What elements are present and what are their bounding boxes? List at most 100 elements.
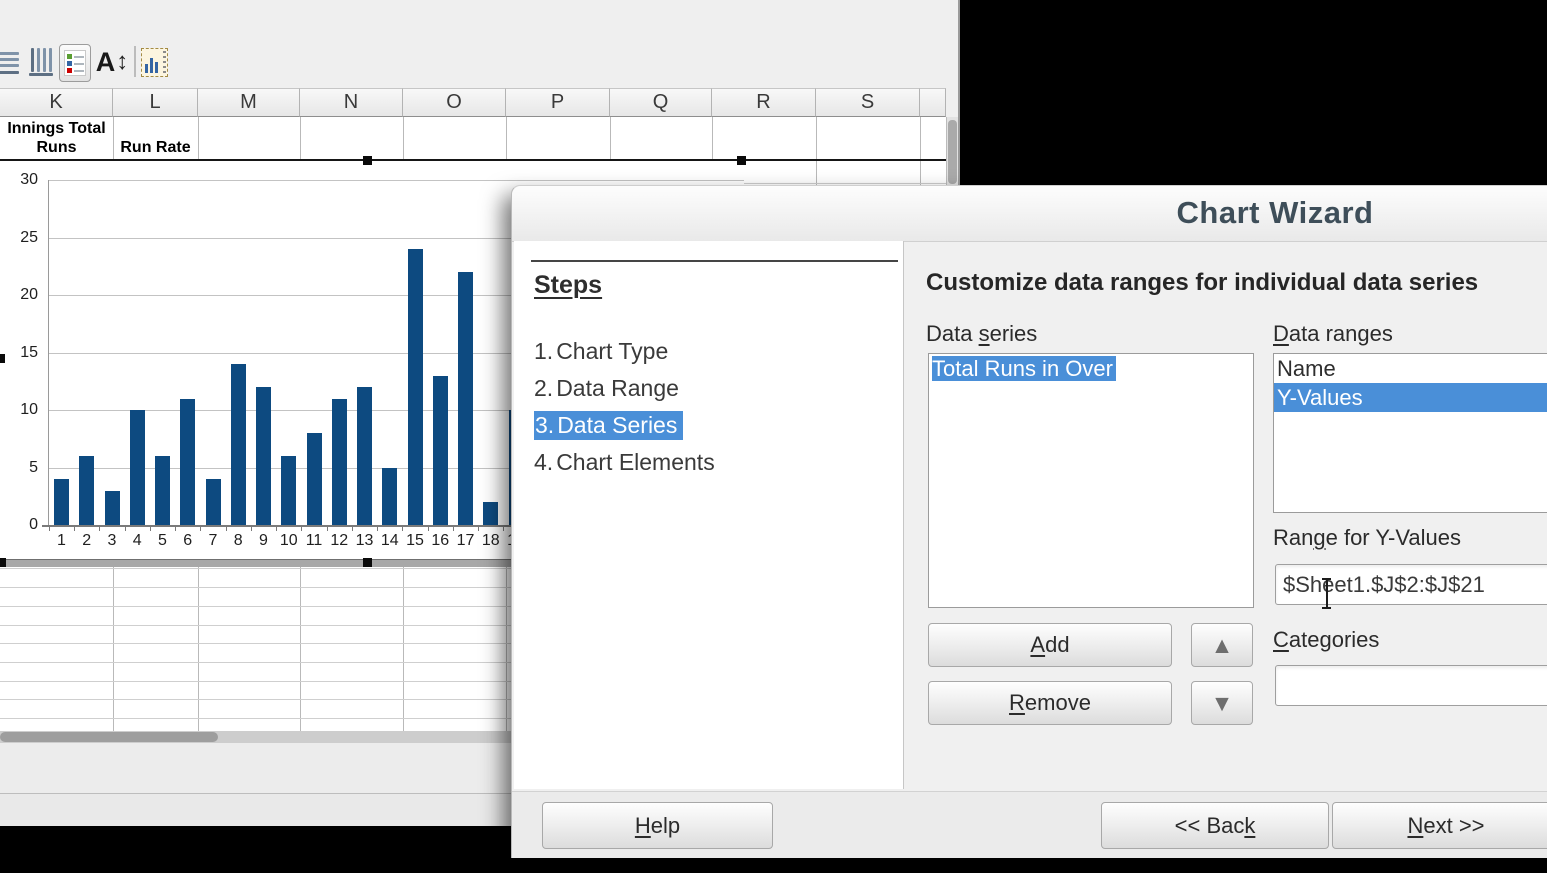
step-chart-type[interactable]: 1.Chart Type — [534, 338, 668, 375]
grid-line — [198, 117, 199, 160]
x-axis-tick-label: 6 — [183, 532, 192, 550]
data-ranges-listbox[interactable]: Name Y-Values — [1273, 353, 1547, 513]
bar-over-10[interactable] — [281, 456, 296, 525]
chart-type-icon[interactable] — [141, 44, 168, 80]
x-axis-tick-label: 11 — [306, 532, 323, 550]
grid-line — [712, 117, 713, 160]
step-chart-elements[interactable]: 4.Chart Elements — [534, 449, 715, 486]
x-axis-tick — [74, 525, 75, 531]
text-cursor-pointer — [1321, 578, 1334, 609]
col-header-K[interactable]: K — [0, 88, 113, 117]
col-header-partial[interactable] — [920, 88, 946, 117]
remove-button[interactable]: Remove — [928, 681, 1172, 725]
col-header-L[interactable]: L — [113, 88, 198, 117]
col-header-M[interactable]: M — [198, 88, 300, 117]
grid-line — [816, 161, 817, 185]
x-axis-tick — [99, 525, 100, 531]
x-axis-tick-label: 8 — [234, 532, 243, 550]
bar-over-8[interactable] — [231, 364, 246, 525]
bar-over-18[interactable] — [483, 502, 498, 525]
vertical-grids-icon[interactable] — [28, 44, 54, 80]
data-series-item[interactable]: Total Runs in Over — [929, 354, 1253, 383]
selection-handle-top[interactable] — [363, 156, 372, 165]
data-series-label: Data series — [926, 321, 1037, 347]
x-axis-tick-label: 5 — [158, 532, 167, 550]
help-button[interactable]: Help — [542, 802, 773, 849]
grid-line — [920, 117, 921, 160]
bar-over-7[interactable] — [206, 479, 221, 525]
move-up-button[interactable]: ▲ — [1191, 623, 1253, 667]
grid-line — [744, 183, 957, 184]
horizontal-scrollbar-thumb[interactable] — [0, 732, 218, 742]
move-down-button[interactable]: ▼ — [1191, 681, 1253, 725]
bar-over-15[interactable] — [408, 249, 423, 525]
x-axis-tick-label: 10 — [280, 532, 298, 550]
y-axis-tick-label: 15 — [0, 344, 38, 362]
data-range-item-name[interactable]: Name — [1274, 354, 1547, 383]
chart-wizard-dialog: Chart Wizard Steps 1.Chart Type 2.Data R… — [511, 185, 1547, 858]
bar-over-3[interactable] — [105, 491, 120, 526]
x-axis-tick — [200, 525, 201, 531]
x-axis-tick-label: 7 — [209, 532, 218, 550]
vertical-scrollbar-thumb[interactable] — [948, 120, 957, 184]
selection-handle-bottom[interactable] — [363, 558, 372, 567]
step-data-series[interactable]: 3.Data Series — [534, 412, 683, 449]
add-button[interactable]: Add — [928, 623, 1172, 667]
cell-L1[interactable]: Run Rate — [113, 138, 198, 157]
bar-over-4[interactable] — [130, 410, 145, 525]
selection-handle-top-right[interactable] — [737, 156, 746, 165]
col-header-Q[interactable]: Q — [610, 88, 712, 117]
bar-over-11[interactable] — [307, 433, 322, 525]
x-axis-tick-label: 3 — [108, 532, 117, 550]
scale-text-icon[interactable]: A↕ — [96, 44, 128, 80]
bar-over-13[interactable] — [357, 387, 372, 525]
horizontal-grids-icon[interactable] — [0, 44, 20, 80]
x-axis-tick-label: 17 — [457, 532, 475, 550]
bar-over-12[interactable] — [332, 399, 347, 526]
back-button[interactable]: << Back — [1101, 802, 1329, 849]
y-axis-tick-label: 30 — [0, 171, 38, 189]
selection-handle-left[interactable] — [0, 354, 5, 363]
legend-icon[interactable] — [59, 44, 91, 82]
x-axis-tick — [251, 525, 252, 531]
col-header-P[interactable]: P — [506, 88, 610, 117]
col-header-S[interactable]: S — [816, 88, 920, 117]
selection-handle-bottom-left[interactable] — [0, 558, 6, 567]
data-ranges-label: Data ranges — [1273, 321, 1393, 347]
x-axis-tick — [276, 525, 277, 531]
next-button[interactable]: Next >> — [1332, 802, 1547, 849]
cells-right-of-chart[interactable] — [744, 161, 957, 185]
categories-input[interactable] — [1275, 665, 1547, 706]
data-series-listbox[interactable]: Total Runs in Over — [928, 353, 1254, 608]
x-axis-tick — [478, 525, 479, 531]
step-data-range[interactable]: 2.Data Range — [534, 375, 679, 412]
col-header-O[interactable]: O — [403, 88, 506, 117]
bar-over-5[interactable] — [155, 456, 170, 525]
down-arrow-icon: ▼ — [1211, 690, 1234, 717]
dialog-titlebar[interactable]: Chart Wizard — [512, 186, 1547, 242]
x-axis-tick — [428, 525, 429, 531]
active-step-highlight: 3.Data Series — [534, 411, 683, 440]
bar-over-9[interactable] — [256, 387, 271, 525]
x-axis-tick — [327, 525, 328, 531]
col-header-N[interactable]: N — [300, 88, 403, 117]
bar-over-6[interactable] — [180, 399, 195, 526]
x-axis-tick — [226, 525, 227, 531]
range-y-values-input[interactable]: $Sheet1.$J$2:$J$21 — [1275, 564, 1547, 605]
bar-over-16[interactable] — [433, 376, 448, 526]
grid-line — [506, 566, 507, 731]
x-axis-tick — [352, 525, 353, 531]
cell-K1[interactable]: Innings Total Runs — [0, 119, 113, 157]
bar-over-14[interactable] — [382, 468, 397, 526]
bar-over-2[interactable] — [79, 456, 94, 525]
bar-over-1[interactable] — [54, 479, 69, 525]
y-axis-line — [48, 180, 49, 525]
x-axis-tick — [503, 525, 504, 531]
data-range-item-yvalues[interactable]: Y-Values — [1274, 383, 1547, 412]
bar-over-17[interactable] — [458, 272, 473, 525]
x-axis-tick — [150, 525, 151, 531]
chart-selection-top-border — [0, 159, 957, 161]
col-header-R[interactable]: R — [712, 88, 816, 117]
grid-line — [300, 117, 301, 160]
y-axis-tick-label: 25 — [0, 229, 38, 247]
